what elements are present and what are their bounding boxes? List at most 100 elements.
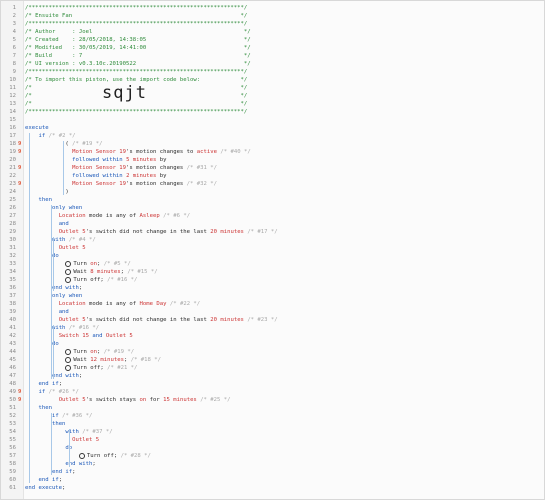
line-number: 49 — [9, 389, 16, 395]
import-code: sqjt — [102, 83, 147, 103]
code-line: 26 only when — [1, 204, 544, 212]
line-number: 15 — [9, 117, 16, 123]
code-text: only when — [51, 293, 83, 299]
code-line: 55 Outlet 5 — [1, 436, 544, 444]
line-number: 19 — [9, 149, 16, 155]
indent-guide — [63, 141, 64, 195]
indent-guide — [51, 413, 52, 475]
code-text: Outlet 5 — [58, 245, 86, 251]
code-text: Switch 15 and Outlet 5 — [58, 333, 133, 339]
line-number: 56 — [9, 445, 16, 451]
line-number: 7 — [12, 53, 16, 59]
code-text: and — [58, 309, 69, 315]
line-number: 9 — [12, 69, 16, 75]
code-line: 28 and — [1, 220, 544, 228]
code-text: /* Build : 7 */ — [25, 53, 251, 59]
code-line: 20 followed within 5 minutes by — [1, 156, 544, 164]
line-number: 14 — [9, 109, 16, 115]
code-line: 44 Turn on; /* #19 */ — [1, 348, 544, 356]
code-line: 7 /* Build : 7 */ — [1, 52, 544, 60]
line-number: 59 — [9, 469, 16, 475]
code-text: execute — [25, 125, 49, 131]
line-number: 18 — [9, 141, 16, 147]
line-number: 48 — [9, 381, 16, 387]
code-text: /* Created : 28/05/2018, 14:38:05 */ — [25, 37, 251, 43]
indent-guide — [53, 325, 54, 379]
code-line: 51 then — [1, 404, 544, 412]
line-number: 37 — [9, 293, 16, 299]
line-number: 6 — [12, 45, 16, 51]
code-text: /***************************************… — [25, 69, 248, 75]
line-number: 16 — [9, 125, 16, 131]
code-line: 25 then — [1, 196, 544, 204]
line-number: 32 — [9, 253, 16, 259]
code-text: Turn off; /* #16 */ — [25, 276, 137, 284]
code-text: Outlet 5's switch did not change in the … — [58, 229, 278, 235]
code-line: 15 — [1, 116, 544, 124]
line-number: 22 — [9, 173, 16, 179]
code-text: Motion Sensor 19's motion changes to act… — [72, 149, 251, 155]
code-line: 33 Turn on; /* #5 */ — [1, 260, 544, 268]
code-line: 6 /* Modified : 30/05/2019, 14:41:00 */ — [1, 44, 544, 52]
code-text: Motion Sensor 19's motion changes /* #31… — [72, 165, 217, 171]
code-line: 5 /* Created : 28/05/2018, 14:38:05 */ — [1, 36, 544, 44]
code-text: Outlet 5 — [72, 437, 100, 443]
code-line: 27 Location mode is any of Asleep /* #6 … — [1, 212, 544, 220]
code-text: /* Author : Joel */ — [25, 29, 251, 35]
code-line: 30 with /* #4 */ — [1, 236, 544, 244]
code-text: /* Modified : 30/05/2019, 14:41:00 */ — [25, 45, 251, 51]
code-text: Turn on; /* #5 */ — [25, 260, 131, 268]
code-line: 23 9 Motion Sensor 19's motion changes /*… — [1, 180, 544, 188]
trigger-marker: 9 — [18, 149, 22, 155]
line-number: 51 — [9, 405, 16, 411]
code-line: 59 end if; — [1, 468, 544, 476]
code-line: 49 9 if /* #26 */ — [1, 388, 544, 396]
code-line: 38 Location mode is any of Home Day /* #… — [1, 300, 544, 308]
line-number: 27 — [9, 213, 16, 219]
line-number: 2 — [12, 13, 16, 19]
code-text: Outlet 5's switch stays on for 15 minute… — [58, 397, 231, 403]
line-number: 44 — [9, 349, 16, 355]
code-text: end with; — [65, 461, 96, 467]
code-line: 48 end if; — [1, 380, 544, 388]
code-line: 31 Outlet 5 — [1, 244, 544, 252]
code-text: do — [65, 445, 73, 451]
action-icon — [65, 364, 72, 371]
code-text: end execute; — [25, 485, 66, 491]
action-icon — [65, 268, 72, 275]
line-number: 52 — [9, 413, 16, 419]
code-text: with /* #16 */ — [51, 325, 100, 331]
code-line: 60 end if; — [1, 476, 544, 484]
code-line: 61 end execute; — [1, 484, 544, 492]
code-line: 9 /**************************************… — [1, 68, 544, 76]
line-number: 10 — [9, 77, 16, 83]
trigger-marker: 9 — [18, 181, 22, 187]
line-number: 39 — [9, 309, 16, 315]
line-number: 4 — [12, 29, 16, 35]
line-number: 30 — [9, 237, 16, 243]
code-line: 57 Turn off; /* #28 */ — [1, 452, 544, 460]
line-number: 17 — [9, 133, 16, 139]
indent-guide — [29, 389, 30, 483]
line-number: 43 — [9, 341, 16, 347]
line-number: 1 — [12, 5, 16, 11]
code-line: 37 only when — [1, 292, 544, 300]
code-line: 40 Outlet 5's switch did not change in t… — [1, 316, 544, 324]
code-text: /***************************************… — [25, 5, 248, 11]
line-number: 11 — [9, 85, 16, 91]
line-number: 45 — [9, 357, 16, 363]
code-text: /* Ensuite Fan */ — [25, 13, 248, 19]
line-number: 47 — [9, 373, 16, 379]
code-line: 47 end with; — [1, 372, 544, 380]
code-line: 18 9 ( /* #19 */ — [1, 140, 544, 148]
code-line: 3 /**************************************… — [1, 20, 544, 28]
code-line: 45 Wait 12 minutes; /* #18 */ — [1, 356, 544, 364]
code-line: 10/* To import this piston, use the impo… — [1, 76, 544, 84]
line-number: 12 — [9, 93, 16, 99]
code-text: Wait 12 minutes; /* #18 */ — [25, 356, 161, 364]
code-line: 34 Wait 8 minutes; /* #15 */ — [1, 268, 544, 276]
line-number: 35 — [9, 277, 16, 283]
code-line: 2 /* Ensuite Fan */ — [1, 12, 544, 20]
code-line: 29 Outlet 5's switch did not change in t… — [1, 228, 544, 236]
line-number: 41 — [9, 325, 16, 331]
